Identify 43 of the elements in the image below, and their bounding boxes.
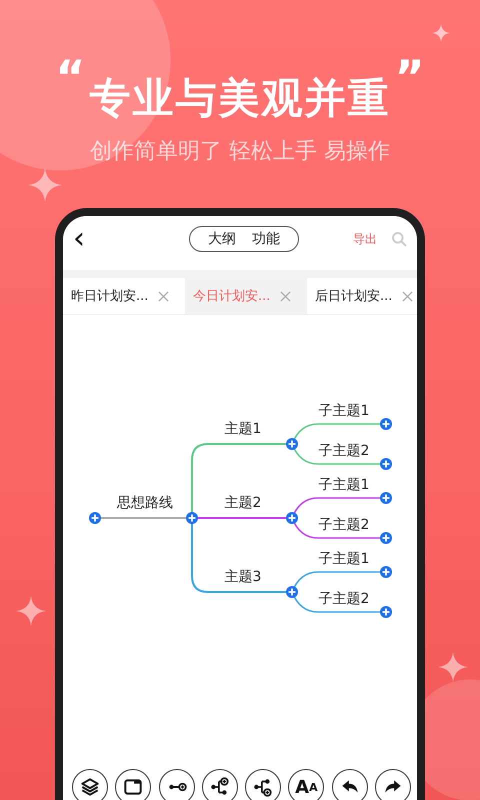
subtitle: 创作简单明了 轻松上手 易操作 [89,138,391,166]
window-button[interactable] [115,769,152,800]
topic-label[interactable]: 主题2 [224,495,262,511]
add-node-icon[interactable] [380,492,392,504]
add-node-icon[interactable] [286,586,298,598]
subtopic-label[interactable]: 子主题1 [318,477,370,493]
add-node-icon[interactable] [380,606,392,618]
view-option[interactable]: 大纲 [202,230,242,248]
root-topic-label[interactable]: 思想路线 [117,495,173,511]
subtopic-label[interactable]: 子主题2 [318,443,370,459]
sparkle-icon [432,24,450,42]
sparkle-icon [438,652,468,682]
add-node-icon[interactable] [286,512,298,524]
connect-button[interactable] [158,769,195,800]
add-node-icon[interactable] [380,458,392,470]
add-node-icon[interactable] [286,438,298,450]
add-node-icon[interactable] [380,532,392,544]
add-node-icon[interactable] [89,512,101,524]
layers-button[interactable] [72,769,108,800]
document-tab[interactable]: 昨日计划安... [63,278,185,314]
quote-mark: ” [394,62,425,92]
subtopic-label[interactable]: 子主题1 [318,551,370,567]
headline: 专业与美观并重 [90,73,390,124]
add-node-icon[interactable] [380,418,392,430]
subtopic-label[interactable]: 子主题2 [318,517,370,533]
document-tab[interactable]: 后日计划安... [307,278,417,314]
sparkle-icon [28,168,62,202]
add-node-icon[interactable] [186,512,198,524]
quote-mark: “ [55,62,86,92]
back-button[interactable]: ‹ [69,224,89,254]
add-sibling-button[interactable] [245,769,282,800]
subtopic-label[interactable]: 子主题2 [318,591,370,607]
add-child-button[interactable] [202,769,238,800]
font-size-button[interactable]: AA [288,769,324,800]
add-node-icon[interactable] [380,566,392,578]
view-option[interactable]: 功能 [246,230,286,248]
subtopic-label[interactable]: 子主题1 [318,403,370,419]
redo-button[interactable] [374,769,411,800]
layers-icon [79,776,101,798]
sparkle-icon [16,596,46,626]
topic-label[interactable]: 主题3 [224,569,262,585]
undo-button[interactable] [332,769,368,800]
topic-label[interactable]: 主题1 [224,421,262,437]
